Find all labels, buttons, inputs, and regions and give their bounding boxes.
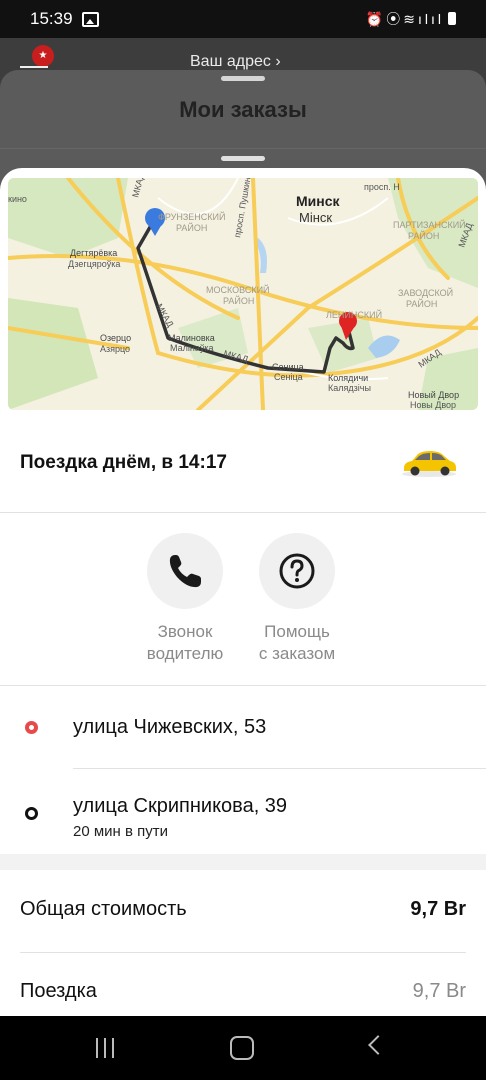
map-place-label: Азярцо: [100, 344, 130, 354]
total-cost-label: Общая стоимость: [20, 898, 187, 920]
total-cost-value: 9,7 Br: [410, 898, 466, 920]
sheet-handle[interactable]: [221, 156, 265, 161]
orders-title: Мои заказы: [179, 97, 307, 122]
back-icon[interactable]: [368, 1035, 388, 1055]
sheet-handle[interactable]: [221, 76, 265, 81]
map-place-label: Дзегцяроўка: [68, 259, 120, 269]
order-help-label-line1: Помощь: [264, 622, 330, 641]
map-place-label: Малінаўка: [170, 343, 213, 353]
destination-dot-icon: [25, 807, 38, 820]
trip-title: Поездка днём, в 14:17: [20, 452, 227, 473]
gallery-icon: [82, 12, 99, 27]
map-place-label: Дегтярёвка: [70, 248, 117, 258]
order-actions: Звонок водителю Помощь с заказом: [0, 513, 486, 686]
status-time: 15:39: [30, 9, 73, 28]
order-help-label: Помощь с заказом: [232, 621, 362, 665]
question-icon: [279, 553, 315, 589]
location-icon: ⦿: [386, 11, 404, 27]
call-driver-label-line2: водителю: [146, 644, 224, 663]
map-district-label: ЗАВОДСКОЙ: [398, 287, 453, 298]
map-city-label: Минск: [296, 193, 341, 209]
your-address-link[interactable]: Ваш адрес ›: [190, 53, 281, 71]
route-map[interactable]: Минск Мінск ФРУНЗЕНСКИЙ РАЙОН МОСКОВСКИЙ…: [8, 178, 478, 410]
map-place-label: Новы Двор: [410, 400, 456, 410]
recent-apps-icon[interactable]: [96, 1038, 118, 1058]
section-gap: [0, 854, 486, 870]
call-driver-circle[interactable]: [147, 533, 223, 609]
map-district-label: ФРУНЗЕНСКИЙ: [158, 211, 225, 222]
divider: [0, 148, 486, 149]
signal-icon: ıl: [418, 11, 431, 27]
divider: [73, 768, 486, 769]
signal-icon: ıl: [431, 11, 444, 27]
map-place-label: кино: [8, 194, 27, 204]
home-icon[interactable]: [230, 1036, 254, 1060]
order-help-label-line2: с заказом: [258, 644, 336, 663]
map-place-label: Колядичи: [328, 373, 368, 383]
order-help-button[interactable]: Помощь с заказом: [232, 533, 362, 665]
pickup-dot-icon: [25, 721, 38, 734]
taxi-car-icon: [402, 451, 456, 477]
map-district-label: ПАРТИЗАНСКИЙ: [393, 219, 466, 230]
trip-cost-row: Поездка 9,7 Br: [0, 952, 486, 1016]
menu-icon[interactable]: [20, 66, 48, 68]
map-canvas: Минск Мінск ФРУНЗЕНСКИЙ РАЙОН МОСКОВСКИЙ…: [8, 178, 478, 410]
trip-cost-label: Поездка: [20, 980, 97, 1002]
order-help-circle[interactable]: [259, 533, 335, 609]
status-icons: ⏰⦿≋ılıl: [366, 9, 456, 29]
status-bar: 15:39 ⏰⦿≋ılıl: [0, 0, 486, 38]
map-road-label: просп. Н: [364, 182, 400, 192]
map-district-label: РАЙОН: [408, 230, 439, 241]
map-place-label: Новый Двор: [408, 390, 459, 400]
call-driver-label: Звонок водителю: [120, 621, 250, 665]
call-driver-label-line1: Звонок: [157, 622, 213, 641]
map-place-label: Малиновка: [168, 333, 215, 343]
map-district-label: РАЙОН: [223, 295, 254, 306]
system-nav-bar: [0, 1016, 486, 1080]
map-place-label: Калядзічы: [328, 383, 371, 393]
trip-header: Поездка днём, в 14:17: [0, 426, 486, 513]
route-points: улица Чижевских, 53 улица Скрипникова, 3…: [0, 686, 486, 854]
total-cost-row: Общая стоимость 9,7 Br: [0, 870, 486, 950]
alarm-icon: ⏰: [365, 11, 387, 27]
map-city-by-label: Мінск: [299, 210, 332, 225]
wifi-icon: ≋: [403, 11, 418, 27]
order-details-sheet: Минск Мінск ФРУНЗЕНСКИЙ РАЙОН МОСКОВСКИЙ…: [0, 168, 486, 1016]
map-district-label: МОСКОВСКИЙ: [206, 284, 270, 295]
map-district-label: РАЙОН: [176, 222, 207, 233]
call-driver-button[interactable]: Звонок водителю: [120, 533, 250, 665]
map-place-label: Озерцо: [100, 333, 131, 343]
map-place-label: Сеніца: [274, 372, 303, 382]
pickup-address: улица Чижевских, 53: [73, 716, 267, 738]
trip-cost-value: 9,7 Br: [412, 980, 466, 1002]
battery-icon: [448, 12, 456, 25]
trip-duration: 20 мин в пути: [73, 823, 169, 840]
phone-icon: [169, 555, 201, 588]
app-logo-icon: ★: [32, 45, 54, 67]
map-district-label: РАЙОН: [406, 298, 437, 309]
map-place-label: Сеница: [272, 362, 304, 372]
destination-address: улица Скрипникова, 39: [73, 795, 288, 817]
map-district-label: ЛЕНИНСКИЙ: [326, 309, 382, 320]
